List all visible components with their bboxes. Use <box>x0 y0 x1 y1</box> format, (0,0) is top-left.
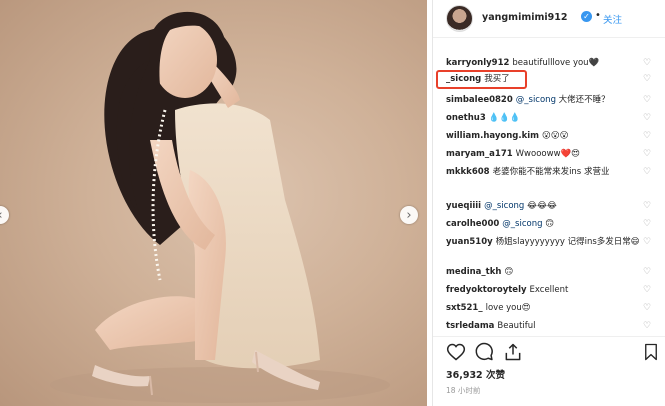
comment-username[interactable]: yuan510y <box>446 237 493 247</box>
comment-row: yuan510y 杨姐slayyyyyyyy 记得ins多发日常😄 <box>446 236 641 248</box>
likes-count[interactable]: 36,932 次赞 <box>446 367 505 381</box>
comment-row: carolhe000 @_sicong 🙃 <box>446 218 641 230</box>
verified-icon: ✓ <box>581 11 592 22</box>
comment-username[interactable]: mkkk608 <box>446 167 490 177</box>
comment-row: yueqiiii @_sicong 😂😂😂 <box>446 200 641 212</box>
post-actions <box>433 339 665 365</box>
share-icon[interactable] <box>503 342 523 362</box>
comment-mention[interactable]: @_sicong <box>502 219 542 229</box>
next-image-button[interactable]: › <box>400 206 418 224</box>
comment-row: karryonly912 beautifulllove you🖤 <box>446 57 641 69</box>
comment-like-icon[interactable]: ♡ <box>643 268 652 277</box>
post-sidebar: yangmimimi912 ✓ • 关注 karryonly912 beautif… <box>432 0 665 406</box>
comment-text: love you😍 <box>485 303 531 313</box>
comment-username[interactable]: _sicong <box>446 74 481 84</box>
comment-username[interactable]: karryonly912 <box>446 58 509 68</box>
comment-row: _sicong 我买了 <box>446 73 641 85</box>
comment-username[interactable]: onethu3 <box>446 113 486 123</box>
comment-text: Excellent <box>529 285 569 295</box>
comment-like-icon[interactable]: ♡ <box>643 96 652 105</box>
comment-mention[interactable]: @_sicong <box>484 201 524 211</box>
avatar[interactable] <box>446 5 473 32</box>
heart-icon[interactable] <box>446 342 466 362</box>
follow-button[interactable]: 关注 <box>603 12 622 26</box>
header-divider <box>433 37 665 38</box>
comment-row: william.hayong.kim 😮😮😮 <box>446 130 641 142</box>
comment-text: 大佬还不睡？ <box>558 95 610 105</box>
woman-portrait-illustration <box>50 11 390 403</box>
comment-like-icon[interactable]: ♡ <box>643 132 652 141</box>
comment-username[interactable]: medina_tkh <box>446 267 501 277</box>
comment-text: 😂😂😂 <box>527 201 557 211</box>
comment-emoji: 🖤 <box>588 58 600 68</box>
comment-row: simbalee0820 @_sicong 大佬还不睡？ <box>446 94 641 106</box>
comment-text: 杨姐slayyyyyyyy 记得ins多发日常😄 <box>495 237 640 247</box>
comment-like-icon[interactable]: ♡ <box>643 168 652 177</box>
comment-like-icon[interactable]: ♡ <box>643 322 652 331</box>
comment-mention[interactable]: @_sicong <box>516 95 556 105</box>
comment-like-icon[interactable]: ♡ <box>643 59 652 68</box>
comment-row: fredyoktoroytely Excellent <box>446 284 641 296</box>
comment-username[interactable]: sxt521_ <box>446 303 483 313</box>
comment-username[interactable]: simbalee0820 <box>446 95 513 105</box>
comment-like-icon[interactable]: ♡ <box>643 238 652 247</box>
comment-like-icon[interactable]: ♡ <box>643 114 652 123</box>
comment-text: 💧💧💧 <box>488 113 521 123</box>
comment-username[interactable]: maryam_a171 <box>446 149 513 159</box>
comment-text: 😮😮😮 <box>542 131 569 141</box>
comment-like-icon[interactable]: ♡ <box>643 220 652 229</box>
comment-text: Beautiful <box>497 321 536 331</box>
comment-like-icon[interactable]: ♡ <box>643 75 652 84</box>
comment-username[interactable]: yueqiiii <box>446 201 481 211</box>
comment-like-icon[interactable]: ♡ <box>643 202 652 211</box>
post-photo: ‹ › <box>0 0 427 406</box>
comment-text: 我买了 <box>484 74 510 84</box>
comment-text: Wwoooww❤️😍 <box>515 149 580 159</box>
comment-like-icon[interactable]: ♡ <box>643 150 652 159</box>
comment-row: maryam_a171 Wwoooww❤️😍 <box>446 148 641 160</box>
comment-row: onethu3 💧💧💧 <box>446 112 641 124</box>
post-timestamp: 18 小时前 <box>446 386 481 395</box>
actions-divider <box>433 336 665 337</box>
comment-row: sxt521_ love you😍 <box>446 302 641 314</box>
bookmark-icon[interactable] <box>642 342 660 362</box>
comment-text: 🙃 <box>545 219 555 229</box>
comment-text: 老婆你能不能常来发ins 求营业 <box>492 167 610 177</box>
comment-username[interactable]: fredyoktoroytely <box>446 285 527 295</box>
dot-separator: • <box>595 10 601 21</box>
comment-username[interactable]: william.hayong.kim <box>446 131 539 141</box>
post-header: yangmimimi912 ✓ • 关注 <box>433 0 665 36</box>
comment-icon[interactable] <box>474 342 494 362</box>
comment-text: beautifulllove you <box>512 58 589 68</box>
comment-username[interactable]: tsrledama <box>446 321 494 331</box>
comment-row: tsrledama Beautiful <box>446 320 641 332</box>
comment-username[interactable]: carolhe000 <box>446 219 499 229</box>
username-link[interactable]: yangmimimi912 <box>482 12 567 23</box>
comment-row: mkkk608 老婆你能不能常来发ins 求营业 <box>446 166 641 178</box>
comment-like-icon[interactable]: ♡ <box>643 304 652 313</box>
comment-row: medina_tkh 🙃 <box>446 266 641 278</box>
comment-like-icon[interactable]: ♡ <box>643 286 652 295</box>
comment-text: 🙃 <box>504 267 514 277</box>
